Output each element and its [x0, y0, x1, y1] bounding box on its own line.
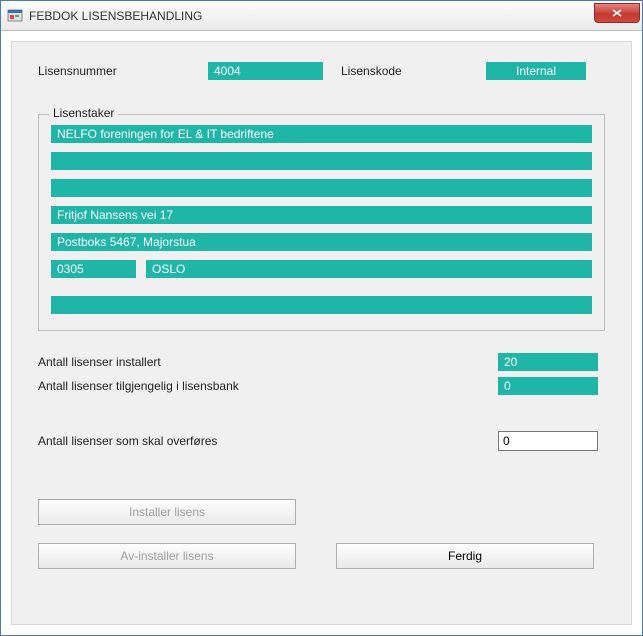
close-icon [612, 9, 622, 17]
window-title: FEBDOK LISENSBEHANDLING [29, 9, 594, 23]
buttons-section: Installer lisens Av-installer lisens Fer… [38, 499, 605, 569]
app-icon [7, 8, 23, 24]
close-button[interactable] [594, 3, 640, 23]
transfer-row: Antall lisenser som skal overføres [38, 431, 605, 451]
tilgjengelig-label: Antall lisenser tilgjengelig i lisensban… [38, 379, 498, 393]
installert-value: 20 [498, 353, 598, 371]
content-area: Lisensnummer 4004 Lisenskode Internal Li… [1, 31, 642, 635]
lisenstaker-group: Lisenstaker NELFO foreningen for EL & IT… [38, 114, 605, 331]
lisensnummer-label: Lisensnummer [38, 64, 208, 78]
transfer-label: Antall lisenser som skal overføres [38, 434, 498, 448]
lisenstaker-line4: Fritjof Nansens vei 17 [51, 206, 592, 224]
app-window: FEBDOK LISENSBEHANDLING Lisensnummer 400… [0, 0, 643, 636]
lisenstaker-line7 [51, 296, 592, 314]
installert-label: Antall lisenser installert [38, 355, 498, 369]
titlebar[interactable]: FEBDOK LISENSBEHANDLING [1, 1, 642, 31]
lisenstaker-line1: NELFO foreningen for EL & IT bedriftene [51, 125, 592, 143]
main-panel: Lisensnummer 4004 Lisenskode Internal Li… [11, 41, 632, 625]
tilgjengelig-value: 0 [498, 377, 598, 395]
avinstaller-button[interactable]: Av-installer lisens [38, 543, 296, 569]
lisenstaker-line2 [51, 152, 592, 170]
lisenstaker-line3 [51, 179, 592, 197]
lisenstaker-legend: Lisenstaker [49, 106, 118, 120]
lisenstaker-line5: Postboks 5467, Majorstua [51, 233, 592, 251]
ferdig-button[interactable]: Ferdig [336, 543, 594, 569]
installer-button[interactable]: Installer lisens [38, 499, 296, 525]
lisenskode-value: Internal [486, 62, 586, 80]
lisenstaker-city: OSLO [146, 260, 592, 278]
lisensnummer-value: 4004 [208, 62, 323, 80]
lisenskode-label: Lisenskode [341, 64, 486, 78]
license-header-row: Lisensnummer 4004 Lisenskode Internal [38, 62, 605, 80]
transfer-input[interactable] [498, 431, 598, 451]
stats-section: Antall lisenser installert 20 Antall lis… [38, 353, 605, 395]
lisenstaker-zip: 0305 [51, 260, 136, 278]
